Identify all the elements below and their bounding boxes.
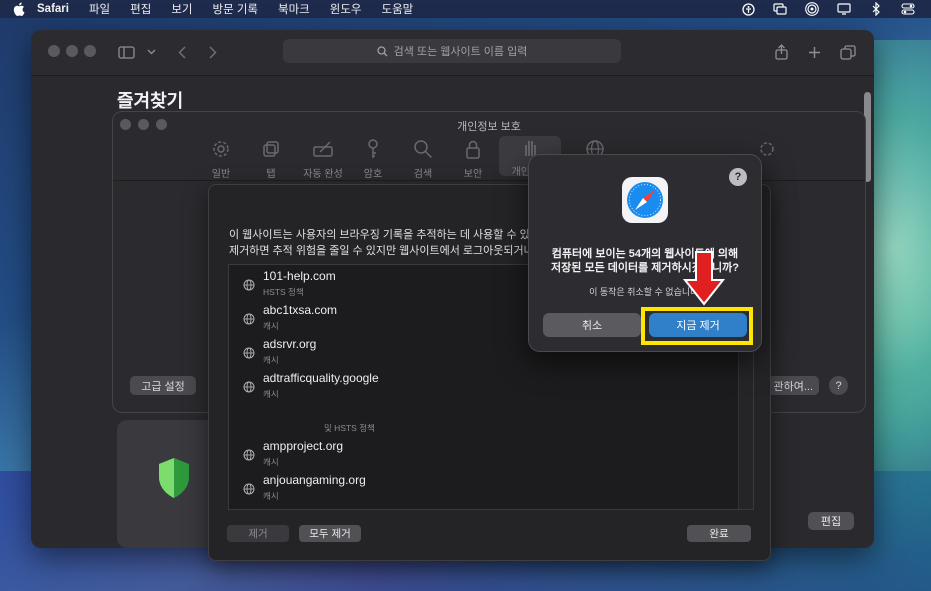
key-icon	[368, 139, 378, 158]
settings-title: 개인정보 보호	[457, 121, 521, 133]
forward-icon[interactable]	[203, 42, 223, 62]
chevron-down-icon[interactable]	[141, 42, 161, 62]
sheet-description-line2: 제거하면 추적 위험을 줄일 수 있지만 웹사이트에서 로그아웃되거나	[229, 245, 529, 257]
bluetooth-icon[interactable]	[869, 2, 883, 16]
site-data-type: HSTS 정책	[263, 287, 304, 297]
close-window-button[interactable]	[48, 45, 60, 57]
menu-window[interactable]: 윈도우	[330, 1, 362, 17]
apple-menu-icon[interactable]	[13, 2, 27, 16]
settings-help-button[interactable]: ?	[829, 376, 848, 395]
menu-app-name[interactable]: Safari	[37, 3, 69, 15]
site-domain: ampproject.org	[263, 439, 344, 453]
tab-passwords-label: 암호	[363, 169, 383, 180]
globe-icon	[243, 449, 255, 461]
globe-icon	[243, 483, 255, 495]
menu-view[interactable]: 보기	[171, 1, 192, 17]
search-icon	[377, 45, 388, 56]
advanced-settings-button[interactable]: 고급 설정	[130, 376, 196, 395]
highlight-box	[641, 307, 753, 345]
site-data-type: 캐시	[263, 321, 279, 331]
magnifier-icon	[414, 140, 433, 159]
sidebar-toggle-icon[interactable]	[116, 42, 136, 62]
tab-autofill[interactable]: 자동 완성	[296, 138, 350, 180]
tab-tabs-label: 탭	[266, 169, 276, 180]
share-icon[interactable]	[771, 42, 791, 62]
remove-all-button[interactable]: 모두 제거	[299, 525, 361, 542]
display-icon[interactable]	[837, 2, 851, 16]
globe-icon	[243, 347, 255, 359]
site-data-type: 캐시	[263, 389, 279, 399]
menu-bookmarks[interactable]: 북마크	[278, 1, 310, 17]
site-data-type: 캐시	[263, 355, 279, 365]
shield-icon	[159, 458, 189, 498]
remove-button[interactable]: 제거	[227, 525, 289, 542]
tab-tabs[interactable]: 탭	[251, 138, 291, 180]
edit-button[interactable]: 편집	[808, 512, 854, 530]
tab-autofill-label: 자동 완성	[303, 169, 343, 180]
address-placeholder: 검색 또는 웹사이트 이름 입력	[393, 46, 528, 58]
menu-help[interactable]: 도움말	[382, 1, 414, 17]
done-button[interactable]: 완료	[687, 525, 751, 542]
safari-app-icon	[622, 177, 668, 223]
site-domain: abc1txsa.com	[263, 303, 338, 317]
site-data-type: 캐시	[263, 457, 279, 467]
new-tab-icon[interactable]	[804, 42, 824, 62]
accessibility-icon[interactable]	[741, 2, 755, 16]
back-icon[interactable]	[172, 42, 192, 62]
tabs-icon	[263, 141, 279, 157]
site-domain: anjouangaming.org	[263, 473, 366, 487]
zoom-window-button[interactable]	[84, 45, 96, 57]
site-domain: adsrvr.org	[263, 337, 317, 351]
safari-toolbar: 검색 또는 웹사이트 이름 입력	[31, 30, 874, 76]
favorites-title: 즐겨찾기	[117, 91, 184, 111]
tab-general[interactable]: 일반	[201, 138, 241, 180]
pencil-field-icon	[313, 141, 333, 157]
sheet-description: 이 웹사이트는 사용자의 브라우징 기록을 추적하는 데 사용할 수 있 제거하…	[229, 227, 529, 259]
address-bar[interactable]: 검색 또는 웹사이트 이름 입력	[283, 39, 621, 63]
site-data-type: 캐시	[263, 491, 279, 501]
airdrop-icon[interactable]	[805, 2, 819, 16]
minimize-window-button[interactable]	[66, 45, 78, 57]
menu-edit[interactable]: 편집	[130, 1, 151, 17]
menu-history[interactable]: 방문 기록	[212, 1, 258, 17]
globe-icon	[243, 313, 255, 325]
screen-mirroring-icon[interactable]	[773, 2, 787, 16]
globe-icon	[243, 381, 255, 393]
cancel-button[interactable]: 취소	[543, 313, 641, 337]
faded-row-detail: 및 HSTS 정책	[324, 423, 375, 433]
control-center-icon[interactable]	[901, 2, 915, 16]
tab-search[interactable]: 검색	[403, 138, 443, 180]
tab-general-label: 일반	[211, 169, 231, 180]
globe-icon	[243, 279, 255, 291]
arrow-down-icon	[683, 251, 725, 306]
site-domain: 101-help.com	[263, 269, 336, 283]
sheet-description-line1: 이 웹사이트는 사용자의 브라우징 기록을 추적하는 데 사용할 수 있	[229, 229, 529, 241]
tab-passwords[interactable]: 암호	[353, 138, 393, 180]
tab-search-label: 검색	[413, 169, 433, 180]
menu-bar: Safari 파일 편집 보기 방문 기록 북마크 윈도우 도움말	[0, 0, 931, 18]
tab-security-label: 보안	[463, 169, 483, 180]
menu-file[interactable]: 파일	[89, 1, 110, 17]
tab-overview-icon[interactable]	[838, 42, 858, 62]
site-domain: adtrafficquality.google	[263, 371, 379, 385]
alert-help-button[interactable]: ?	[729, 168, 747, 186]
tab-security[interactable]: 보안	[453, 138, 493, 180]
lock-icon	[466, 140, 480, 159]
gear-icon	[213, 141, 229, 157]
